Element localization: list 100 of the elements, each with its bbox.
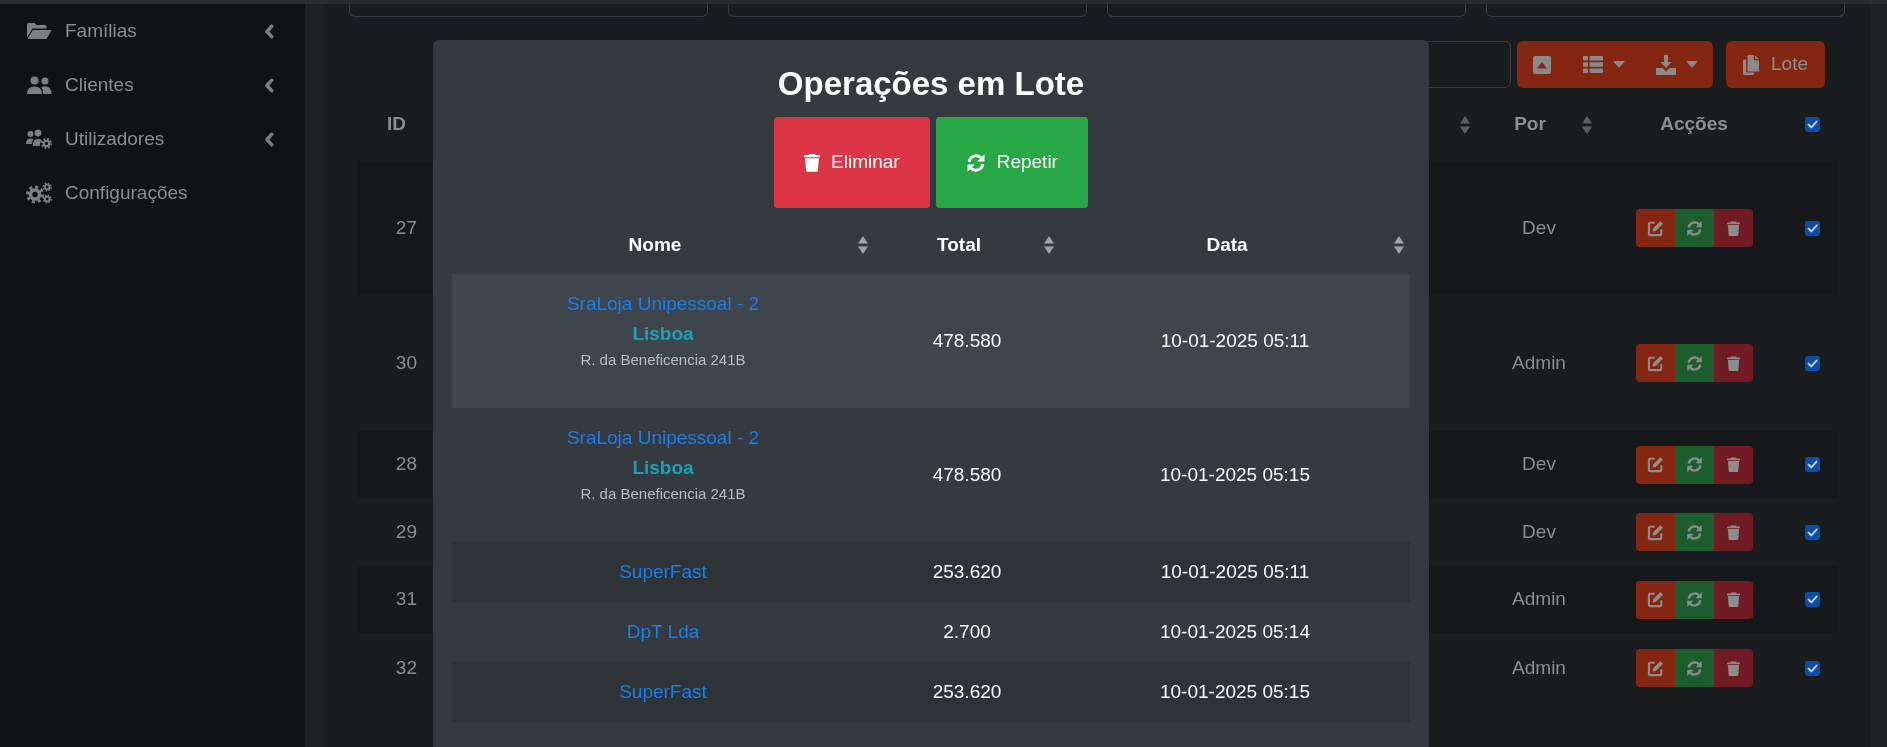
repeat-button[interactable] xyxy=(1674,445,1714,484)
sync-icon xyxy=(1685,659,1703,677)
column-header[interactable]: Data xyxy=(1060,216,1410,274)
edit-button[interactable] xyxy=(1635,344,1675,382)
sidebar-item[interactable]: Clientes xyxy=(0,58,305,112)
delete-button[interactable] xyxy=(1713,513,1753,551)
table-cell-text: 253.620 xyxy=(931,559,1003,584)
customer-link[interactable]: SuperFast xyxy=(619,557,707,587)
table-cell-text: 10-01-2025 05:11 xyxy=(1159,559,1311,584)
filter-field[interactable] xyxy=(1107,4,1466,17)
repeat-button[interactable] xyxy=(1674,649,1714,687)
table-cell-text: Admin xyxy=(1511,655,1567,680)
row-checkbox[interactable] xyxy=(1805,592,1820,607)
dialog-title: Operações em Lote xyxy=(776,64,1086,104)
chevron-icon xyxy=(264,131,274,147)
customer-link[interactable]: DpT Lda xyxy=(626,617,700,647)
edit-icon xyxy=(1646,456,1664,473)
edit-button[interactable] xyxy=(1635,209,1675,247)
edit-icon xyxy=(1646,659,1664,677)
trash-icon xyxy=(804,153,821,172)
sort-icon[interactable] xyxy=(858,236,868,254)
list-icon xyxy=(1582,56,1603,73)
column-header[interactable]: Nome xyxy=(452,216,874,274)
trash-icon xyxy=(1726,457,1740,472)
edit-button[interactable] xyxy=(1635,513,1675,551)
batch-button[interactable]: Lote xyxy=(1726,41,1825,88)
repeat-button[interactable] xyxy=(1674,580,1714,619)
address-text: R. da Beneficencia 241B xyxy=(580,350,746,370)
column-header: ID xyxy=(386,112,407,137)
filter-field[interactable] xyxy=(728,4,1087,17)
copy-icon xyxy=(1743,54,1759,75)
sort-icon[interactable] xyxy=(1394,236,1404,254)
toggle-button[interactable] xyxy=(1517,41,1567,88)
address-text: R. da Beneficencia 241B xyxy=(580,484,746,504)
chevron-icon xyxy=(264,23,274,39)
filter-field[interactable] xyxy=(349,4,708,17)
edit-button[interactable] xyxy=(1635,445,1675,484)
trash-icon xyxy=(1726,524,1740,540)
edit-button[interactable] xyxy=(1635,649,1675,687)
city-label: Lisboa xyxy=(632,322,694,346)
chevron-icon xyxy=(264,77,274,93)
sidebar-item[interactable]: Utilizadores xyxy=(0,112,305,166)
sync-icon xyxy=(1685,219,1703,237)
table-cell-text: Dev xyxy=(1521,519,1557,544)
column-header[interactable]: Total xyxy=(874,216,1060,274)
row-checkbox[interactable] xyxy=(1805,220,1820,236)
sync-icon xyxy=(1685,591,1703,608)
city-label: Lisboa xyxy=(632,456,694,480)
row-checkbox[interactable] xyxy=(1805,524,1820,540)
customer-link[interactable]: SraLoja Unipessoal - 2 xyxy=(566,423,760,453)
download-dropdown-button[interactable] xyxy=(1640,41,1713,88)
gears-icon xyxy=(26,182,52,204)
repeat-button[interactable]: Repetir xyxy=(935,117,1088,208)
table-cell-text: 10-01-2025 05:11 xyxy=(1159,328,1311,353)
row-checkbox[interactable] xyxy=(1805,457,1820,472)
row-checkbox[interactable] xyxy=(1805,355,1820,371)
repeat-button[interactable] xyxy=(1674,209,1714,247)
sync-icon xyxy=(1685,456,1703,473)
trash-icon xyxy=(1726,355,1740,371)
trash-icon xyxy=(1726,220,1740,236)
delete-button[interactable] xyxy=(1713,580,1753,619)
table-cell-text: 478.580 xyxy=(931,462,1003,487)
table-cell-text: Dev xyxy=(1521,215,1557,240)
sync-icon xyxy=(965,152,986,173)
sort-icon[interactable] xyxy=(1582,115,1592,134)
repeat-button[interactable] xyxy=(1674,513,1714,551)
sidebar-item[interactable]: Configurações xyxy=(0,166,305,220)
caret-down-icon xyxy=(1685,61,1698,68)
trash-icon xyxy=(1726,660,1740,676)
table-cell-text: Dev xyxy=(1521,452,1557,477)
table-cell-text: 31 xyxy=(394,587,418,612)
sort-icon[interactable] xyxy=(1044,236,1054,254)
sidebar-item[interactable]: Famílias xyxy=(0,4,305,58)
column-header[interactable]: Por xyxy=(1478,88,1600,161)
table-cell-text: 10-01-2025 05:15 xyxy=(1159,462,1311,487)
delete-button[interactable] xyxy=(1713,344,1753,382)
customer-link[interactable]: SuperFast xyxy=(619,677,707,707)
edit-button[interactable] xyxy=(1635,580,1675,619)
sync-icon xyxy=(1685,523,1703,541)
table-cell-text: 478.580 xyxy=(931,328,1003,353)
delete-button[interactable] xyxy=(1713,209,1753,247)
edit-icon xyxy=(1646,219,1664,237)
delete-button[interactable] xyxy=(1713,649,1753,687)
table-cell-text: 253.620 xyxy=(931,679,1003,704)
download-icon xyxy=(1655,54,1676,75)
delete-button[interactable] xyxy=(1713,445,1753,484)
sync-icon xyxy=(1685,354,1703,372)
users-gear-icon xyxy=(26,129,52,149)
trash-icon xyxy=(1726,592,1740,607)
filter-field[interactable] xyxy=(1486,4,1845,17)
table-cell-text: 28 xyxy=(394,452,418,477)
caret-down-icon xyxy=(1612,61,1625,68)
column-header: Acções xyxy=(1659,112,1729,137)
select-all-checkbox[interactable] xyxy=(1805,117,1820,132)
delete-button[interactable]: Eliminar xyxy=(774,117,930,208)
repeat-button[interactable] xyxy=(1674,344,1714,382)
row-checkbox[interactable] xyxy=(1805,660,1820,676)
table-cell-text: 32 xyxy=(394,655,418,680)
sort-icon[interactable] xyxy=(1460,115,1470,134)
table-cell-text: 29 xyxy=(394,519,418,544)
